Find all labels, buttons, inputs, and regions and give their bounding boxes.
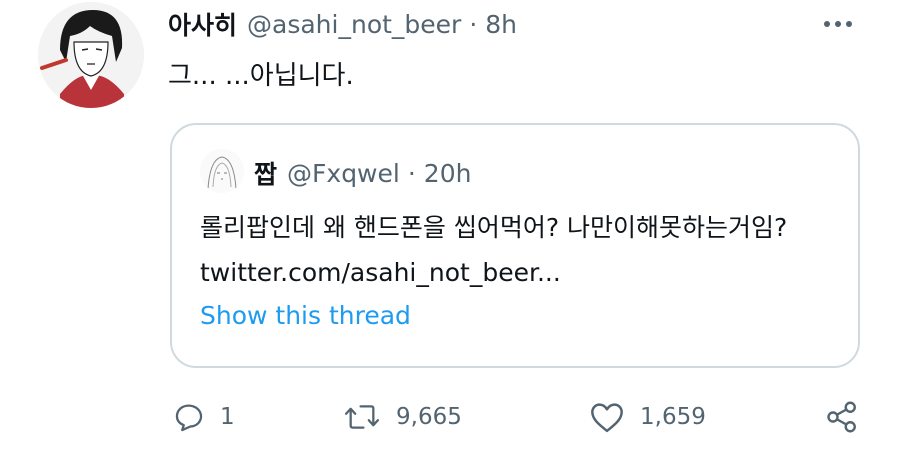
quoted-tweet-header: 짭 @Fxqwel · 20h [254,155,471,191]
quoted-timestamp[interactable]: 20h [424,159,472,188]
tweet-header: 아사히 @asahi_not_beer · 8h [168,6,517,42]
heart-icon [591,403,623,433]
show-thread-link[interactable]: Show this thread [200,301,411,330]
user-handle[interactable]: @asahi_not_beer [247,10,461,39]
more-horizontal-icon[interactable] [824,14,864,34]
retweet-icon [345,405,379,429]
quoted-tweet-text: 롤리팝인데 왜 핸드폰을 씹어먹어? 나만이해못하는거임? twitter.co… [200,213,788,287]
like-button[interactable]: 1,659 [588,395,706,439]
display-name[interactable]: 아사히 [168,6,237,42]
retweet-button[interactable]: 9,665 [342,395,462,439]
tweet-text: 그... ...아닙니다. [168,61,354,91]
quoted-avatar-illustration [200,149,244,193]
quoted-user-handle[interactable]: @Fxqwel [287,159,400,188]
separator-dot: · [469,9,478,39]
quoted-author-avatar[interactable] [200,149,244,193]
avatar-illustration [38,2,144,108]
share-button[interactable] [824,395,860,439]
timestamp[interactable]: 8h [485,10,517,39]
reply-button[interactable]: 1 [172,395,235,439]
quoted-separator-dot: · [407,158,416,188]
reply-count: 1 [220,404,235,430]
quoted-tweet-card[interactable]: 짭 @Fxqwel · 20h 롤리팝인데 왜 핸드폰을 씹어먹어? 나만이해못… [170,123,860,368]
like-count: 1,659 [640,404,706,430]
reply-icon [175,404,203,432]
action-bar: 1 9,665 1,659 [170,395,870,439]
quoted-display-name[interactable]: 짭 [254,155,277,191]
author-avatar[interactable] [38,2,144,108]
retweet-count: 9,665 [396,404,462,430]
share-icon [827,401,856,433]
